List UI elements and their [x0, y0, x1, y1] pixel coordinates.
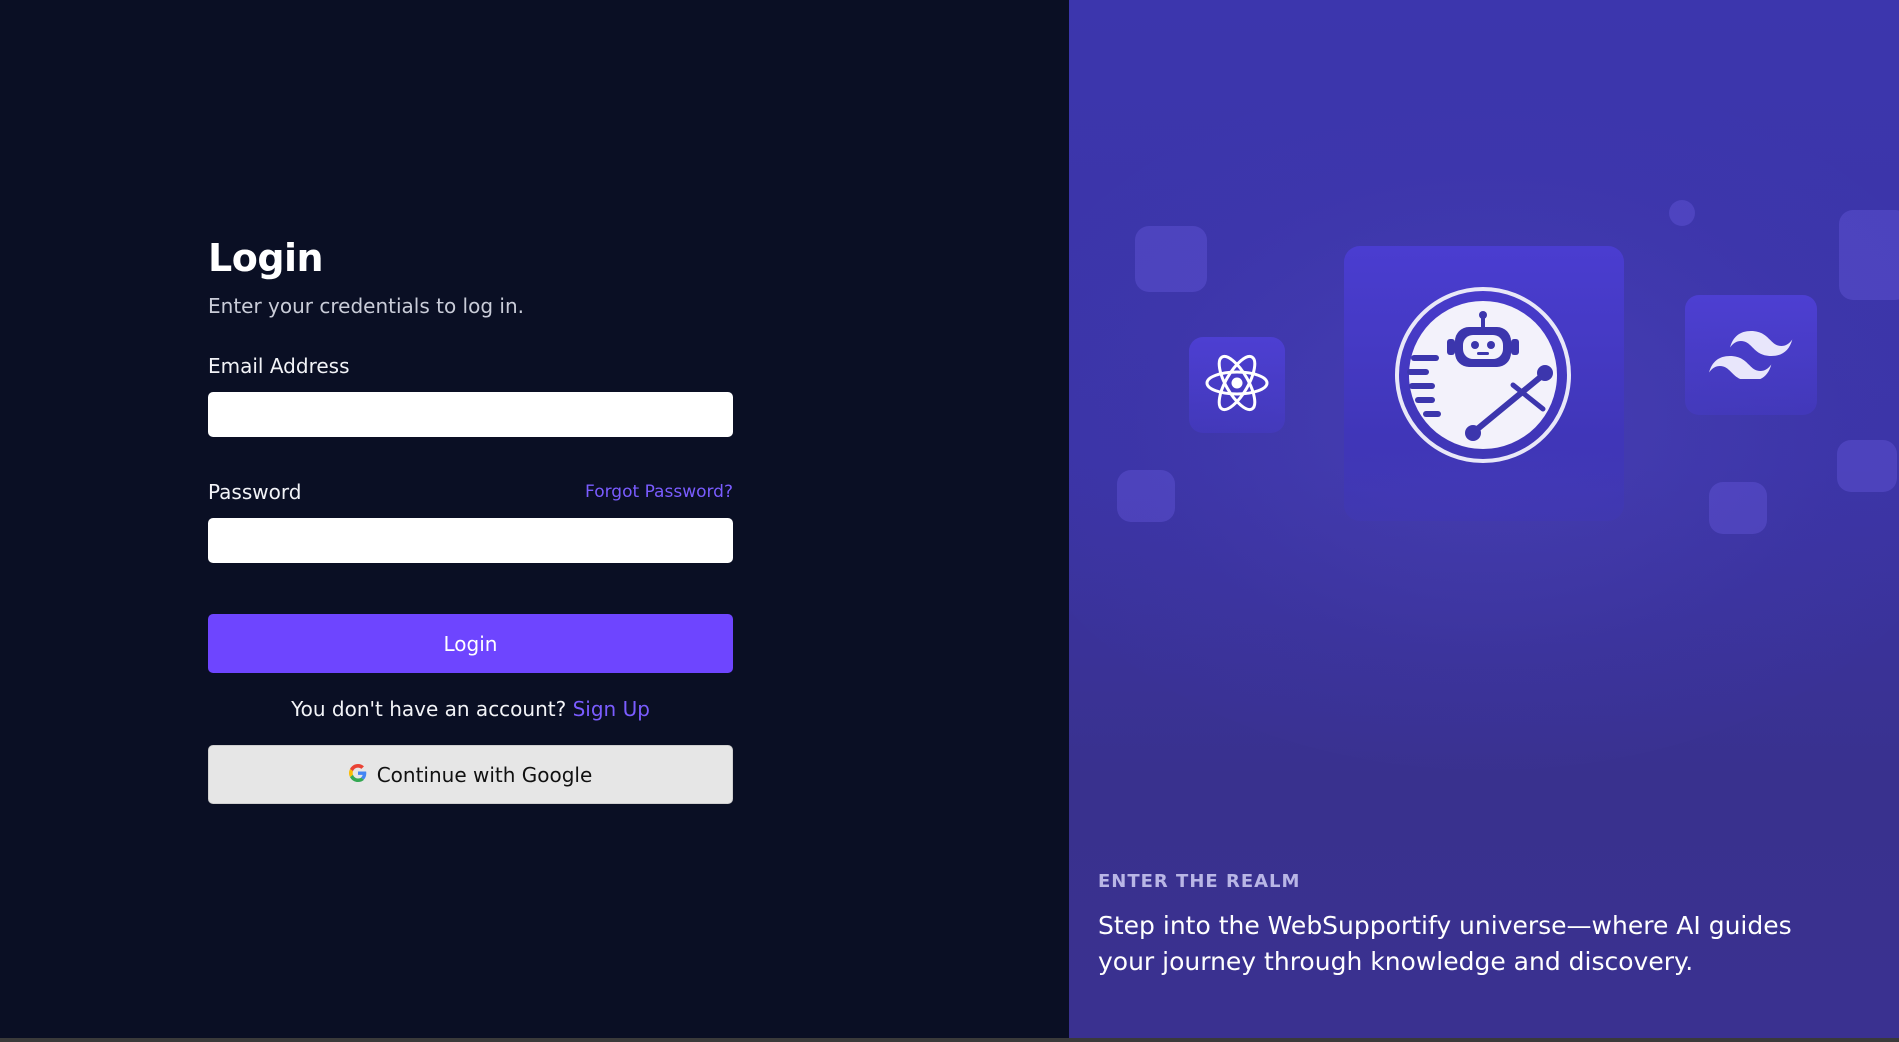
login-panel: Login Enter your credentials to log in. … [0, 0, 1069, 1038]
bottom-edge [0, 1038, 1899, 1042]
login-form: Login Enter your credentials to log in. … [208, 230, 733, 804]
page-subtitle: Enter your credentials to log in. [208, 294, 524, 318]
decorative-tile [1839, 210, 1899, 300]
react-icon-card [1189, 337, 1285, 433]
forgot-password-link[interactable]: Forgot Password? [585, 482, 733, 502]
email-field[interactable] [208, 392, 733, 437]
decorative-tile [1709, 482, 1767, 534]
google-login-button[interactable]: Continue with Google [208, 745, 733, 804]
hero-eyebrow: ENTER THE REALM [1098, 871, 1301, 892]
signup-link[interactable]: Sign Up [573, 697, 650, 721]
page-title: Login [208, 236, 324, 280]
signup-prompt: You don't have an account? Sign Up [208, 695, 733, 723]
password-label: Password [208, 480, 302, 504]
password-field[interactable] [208, 518, 733, 563]
password-label-row: Password Forgot Password? [208, 478, 733, 506]
robot-logo-icon [1393, 285, 1573, 465]
email-label: Email Address [208, 354, 350, 378]
google-button-label: Continue with Google [376, 762, 593, 787]
react-icon [1203, 349, 1271, 421]
tailwind-icon-card [1685, 295, 1817, 415]
decorative-tile [1117, 470, 1175, 522]
decorative-tile [1837, 440, 1897, 492]
decorative-tile [1669, 200, 1695, 226]
google-icon [348, 763, 367, 787]
decorative-tile [1135, 226, 1207, 292]
login-page: Login Enter your credentials to log in. … [0, 0, 1899, 1042]
hero-tagline: Step into the WebSupportify universe—whe… [1098, 911, 1792, 976]
login-button[interactable]: Login [208, 614, 733, 673]
signup-prompt-text: You don't have an account? [291, 697, 567, 721]
tailwind-icon [1709, 327, 1793, 383]
hero-panel: ENTER THE REALM Step into the WebSupport… [1069, 0, 1899, 1038]
